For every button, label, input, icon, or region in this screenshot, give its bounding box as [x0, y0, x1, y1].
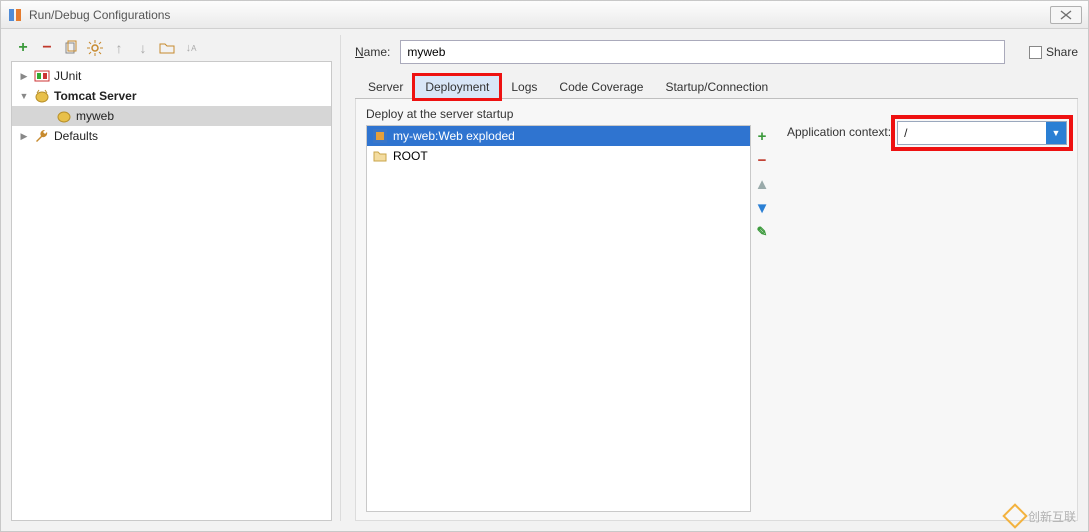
artifact-row[interactable]: my-web:Web exploded: [367, 126, 750, 146]
artifact-down-button[interactable]: ▼: [753, 199, 771, 217]
config-toolbar: + − ↑ ↓ ↓A: [11, 35, 332, 61]
name-label: Name:: [355, 45, 390, 59]
app-context-value: /: [898, 126, 1046, 140]
tree-label: Tomcat Server: [54, 89, 136, 103]
edit-artifact-button[interactable]: ✎: [753, 223, 771, 241]
titlebar: Run/Debug Configurations: [1, 1, 1088, 29]
copy-config-icon[interactable]: [63, 40, 79, 56]
add-config-icon[interactable]: +: [15, 40, 31, 56]
chevron-down-icon[interactable]: ▼: [1046, 122, 1066, 144]
tree-label: myweb: [76, 109, 114, 123]
tab-logs[interactable]: Logs: [500, 74, 548, 98]
close-button[interactable]: [1050, 6, 1082, 24]
tree-item-defaults[interactable]: ▶ Defaults: [12, 126, 331, 146]
tomcat-local-icon: [56, 108, 72, 124]
name-input[interactable]: [400, 40, 1005, 64]
expand-icon[interactable]: ▶: [18, 71, 30, 82]
remove-config-icon[interactable]: −: [39, 40, 55, 56]
artifact-icon: [373, 129, 387, 143]
remove-artifact-button[interactable]: −: [753, 151, 771, 169]
tab-code-coverage[interactable]: Code Coverage: [548, 74, 654, 98]
settings-icon[interactable]: [87, 40, 103, 56]
tab-startup-connection[interactable]: Startup/Connection: [654, 74, 779, 98]
tab-strip: Server Deployment Logs Code Coverage Sta…: [355, 73, 1078, 99]
junit-icon: [34, 68, 50, 84]
folder-icon[interactable]: [159, 40, 175, 56]
tree-label: Defaults: [54, 129, 98, 143]
add-artifact-button[interactable]: +: [753, 127, 771, 145]
collapse-icon[interactable]: ▼: [18, 91, 30, 101]
tree-item-tomcat[interactable]: ▼ Tomcat Server: [12, 86, 331, 106]
tab-deployment[interactable]: Deployment: [414, 75, 500, 99]
artifact-up-button[interactable]: ▲: [753, 175, 771, 193]
deployment-tab-content: Deploy at the server startup my-web:Web …: [355, 99, 1078, 521]
tomcat-icon: [34, 88, 50, 104]
artifact-list[interactable]: my-web:Web exploded ROOT: [366, 125, 751, 512]
move-up-icon[interactable]: ↑: [111, 40, 127, 56]
tree-item-myweb[interactable]: myweb: [12, 106, 331, 126]
artifact-label: my-web:Web exploded: [393, 129, 515, 143]
app-icon: [7, 7, 23, 23]
tree-label: JUnit: [54, 69, 81, 83]
artifact-side-buttons: + − ▲ ▼ ✎: [751, 125, 773, 512]
folder-icon: [373, 149, 387, 163]
artifact-row[interactable]: ROOT: [367, 146, 750, 166]
share-label: Share: [1046, 45, 1078, 59]
window-title: Run/Debug Configurations: [29, 8, 1050, 22]
right-pane: Name: Share Server Deployment Logs Code …: [341, 35, 1078, 521]
share-checkbox[interactable]: Share: [1029, 45, 1078, 59]
wrench-icon: [34, 128, 50, 144]
checkbox-icon: [1029, 46, 1042, 59]
app-context-label: Application context:: [787, 125, 891, 139]
sort-icon[interactable]: ↓A: [183, 40, 199, 56]
tab-server[interactable]: Server: [363, 74, 414, 98]
config-tree[interactable]: ▶ JUnit ▼ Tomcat Server myweb ▶: [11, 61, 332, 521]
tree-item-junit[interactable]: ▶ JUnit: [12, 66, 331, 86]
move-down-icon[interactable]: ↓: [135, 40, 151, 56]
expand-icon[interactable]: ▶: [18, 131, 30, 142]
artifact-label: ROOT: [393, 149, 428, 163]
deploy-section-label: Deploy at the server startup: [366, 107, 773, 121]
left-pane: + − ↑ ↓ ↓A ▶: [11, 35, 341, 521]
app-context-combo[interactable]: / ▼: [897, 121, 1067, 145]
